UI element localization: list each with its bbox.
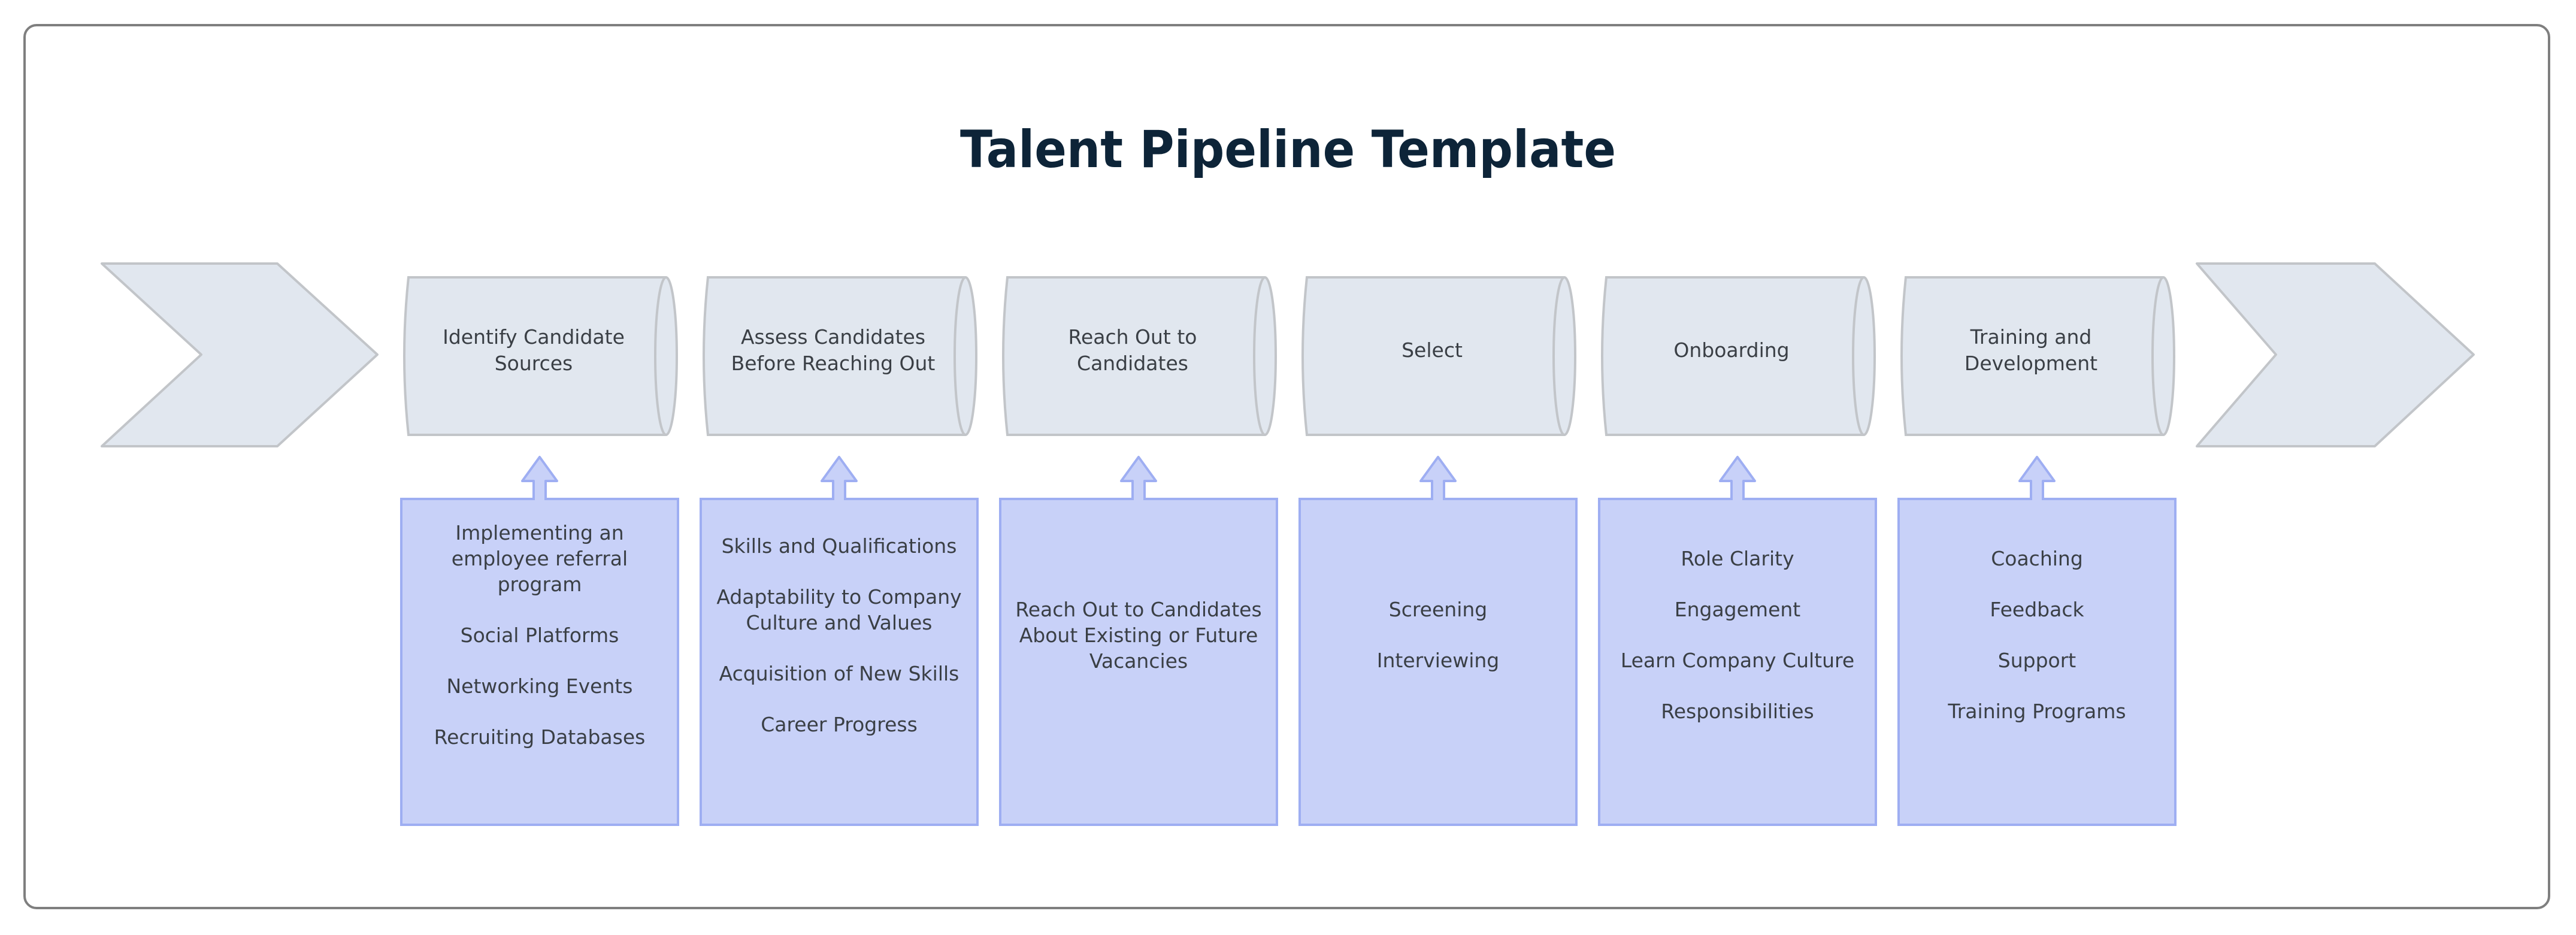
pipeline-shapes	[101, 262, 2475, 826]
detail-item: Implementing an employee referral progra…	[451, 521, 628, 596]
detail-item: Learn Company Culture	[1620, 649, 1855, 672]
detail-item: Reach Out to Candidates About Existing o…	[1015, 597, 1262, 673]
arrow-up-icon	[1719, 456, 1756, 500]
stage-label: Assess Candidates Before Reaching Out	[731, 325, 936, 375]
detail-box: Implementing an employee referral progra…	[404, 499, 676, 771]
stage-label: Identify Candidate Sources	[443, 325, 625, 375]
detail-item: Engagement	[1674, 598, 1801, 621]
detail-item: Interviewing	[1376, 649, 1500, 672]
detail-item: Social Platforms	[460, 624, 619, 647]
arrow-up-icon	[1120, 456, 1157, 500]
detail-item: Skills and Qualifications	[721, 534, 957, 558]
detail-box: Coaching Feedback Support Training Programs	[1901, 499, 2173, 771]
detail-item: Coaching	[1991, 547, 2083, 570]
end-chevron-icon	[2196, 262, 2475, 447]
detail-item: Training Programs	[1948, 700, 2126, 723]
detail-box: Reach Out to Candidates About Existing o…	[1003, 499, 1275, 771]
detail-item: Acquisition of New Skills	[719, 661, 959, 685]
detail-item: Responsibilities	[1661, 700, 1814, 723]
detail-item: Role Clarity	[1681, 547, 1794, 570]
arrow-up-icon	[521, 456, 558, 500]
stage-label: Select	[1401, 338, 1463, 362]
detail-box: Role Clarity Engagement Learn Company Cult…	[1602, 499, 1873, 771]
detail-box: Screening Interviewing	[1302, 499, 1574, 771]
stage-label: Training and Development	[1964, 325, 2098, 375]
detail-item: Recruiting Databases	[434, 725, 646, 749]
arrow-up-icon	[2018, 456, 2056, 500]
arrow-up-icon	[821, 456, 858, 500]
start-chevron-icon	[101, 262, 379, 447]
detail-item: Support	[1997, 649, 2076, 672]
detail-item: Adaptability to Company Culture and Valu…	[716, 585, 962, 634]
stage-label: Onboarding	[1673, 338, 1790, 362]
detail-box: Skills and Qualifications Adaptability to…	[703, 499, 975, 771]
detail-item: Networking Events	[446, 674, 633, 698]
detail-item: Career Progress	[761, 712, 918, 736]
stage-label: Reach Out to Candidates	[1068, 325, 1197, 375]
arrow-up-icon	[1419, 456, 1457, 500]
detail-item: Screening	[1388, 598, 1488, 621]
detail-item: Feedback	[1990, 598, 2084, 621]
